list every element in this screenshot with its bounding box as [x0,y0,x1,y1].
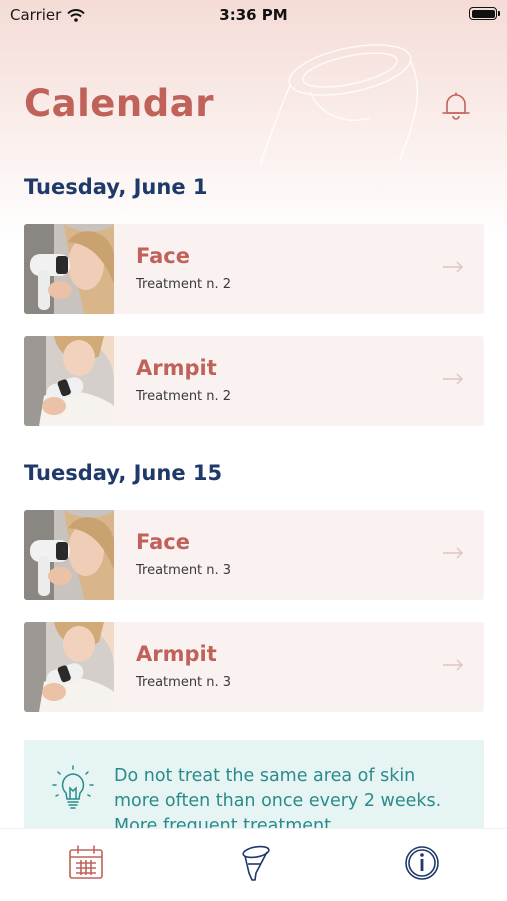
face-photo [24,510,114,600]
treatment-card-armpit[interactable]: Armpit Treatment n. 2 [24,336,484,426]
tab-bar [0,828,507,901]
arrow-right-icon [443,373,463,385]
card-area: Armpit [136,356,217,380]
bell-icon[interactable] [438,88,474,124]
face-photo [24,224,114,314]
calendar-icon[interactable] [66,843,106,883]
arrow-right-icon [443,547,463,559]
page-title: Calendar [24,82,214,125]
card-treatment: Treatment n. 3 [136,675,232,690]
status-bar: Carrier 3:36 PM [0,0,507,30]
device-illustration [259,44,419,166]
card-area: Armpit [136,642,217,666]
treatment-card-armpit[interactable]: Armpit Treatment n. 3 [24,622,484,712]
armpit-photo [24,336,114,426]
card-area: Face [136,530,190,554]
status-time: 3:36 PM [219,6,288,24]
lightbulb-icon [52,765,94,809]
card-treatment: Treatment n. 3 [136,563,232,578]
card-treatment: Treatment n. 2 [136,277,232,292]
device-icon[interactable] [234,843,274,883]
arrow-right-icon [443,261,463,273]
info-icon[interactable] [402,843,442,883]
card-treatment: Treatment n. 2 [136,389,232,404]
date-heading: Tuesday, June 15 [24,461,223,485]
treatment-card-face[interactable]: Face Treatment n. 2 [24,224,484,314]
treatment-card-face[interactable]: Face Treatment n. 3 [24,510,484,600]
armpit-photo [24,622,114,712]
date-heading: Tuesday, June 1 [24,175,208,199]
arrow-right-icon [443,659,463,671]
battery-icon [469,7,500,20]
card-area: Face [136,244,190,268]
